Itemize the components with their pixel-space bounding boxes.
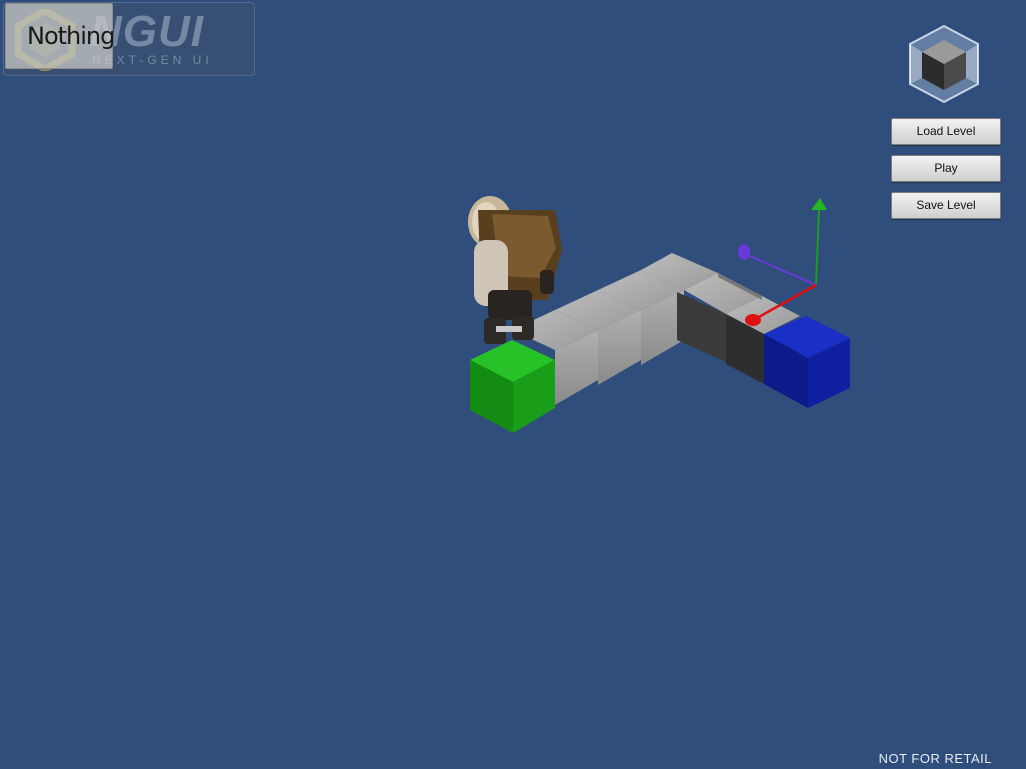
- play-button[interactable]: Play: [891, 155, 1001, 182]
- save-level-button[interactable]: Save Level: [891, 192, 1001, 219]
- path-tiles: [512, 253, 800, 405]
- goal-tile[interactable]: [764, 316, 850, 408]
- not-for-retail-label: NOT FOR RETAIL: [878, 751, 992, 766]
- start-tile[interactable]: [470, 340, 555, 433]
- load-level-button[interactable]: Load Level: [891, 118, 1001, 145]
- game-viewport[interactable]: [0, 0, 1026, 769]
- cube-icon: [909, 24, 979, 104]
- selected-tool-label[interactable]: Nothing: [5, 3, 115, 69]
